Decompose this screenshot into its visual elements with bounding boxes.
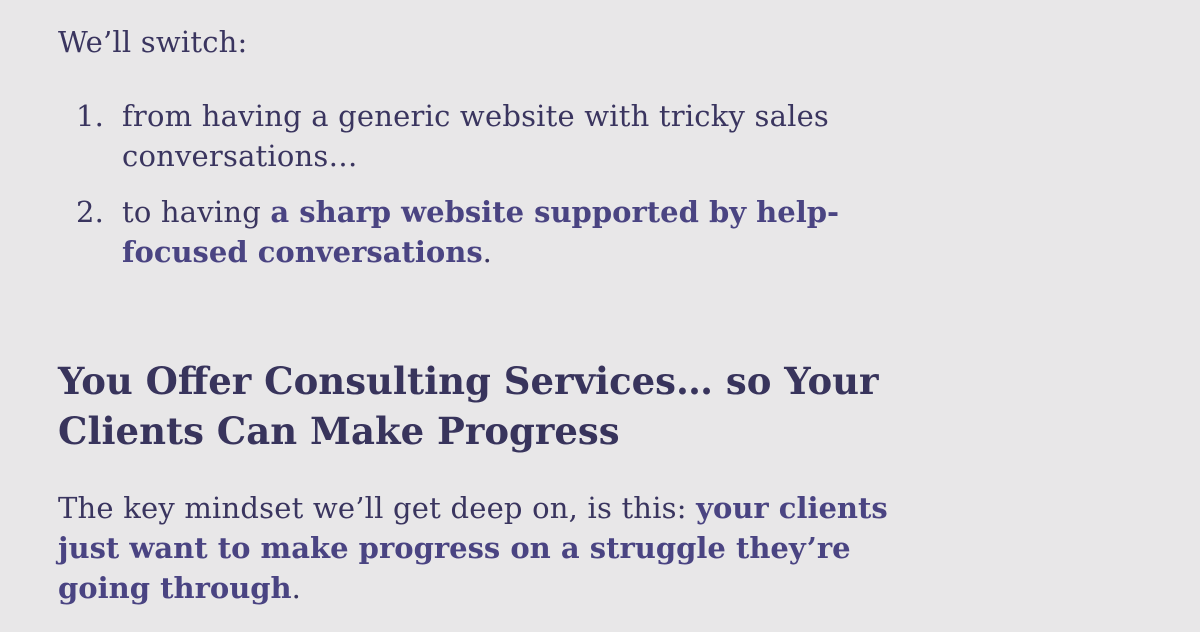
list-item-number: 2. — [76, 195, 105, 229]
list-item: 2. to having a sharp website supported b… — [58, 192, 918, 272]
list-item-text: from having a generic website with trick… — [122, 99, 830, 173]
mindset-suffix: . — [291, 571, 302, 605]
list-item-number: 1. — [76, 99, 105, 133]
mindset-prefix: The key mindset we’ll get deep on, is th… — [58, 491, 697, 525]
switch-list: 1. from having a generic website with tr… — [58, 96, 918, 272]
section-heading: You Offer Consulting Services… so Your C… — [58, 359, 879, 453]
list-item-suffix: . — [482, 235, 493, 269]
article-page: We’ll switch: 1. from having a generic w… — [0, 0, 1200, 632]
list-item: 1. from having a generic website with tr… — [58, 96, 918, 176]
mindset-paragraph: The key mindset we’ll get deep on, is th… — [58, 488, 898, 608]
list-item-prefix: to having — [122, 195, 271, 229]
intro-text: We’ll switch: — [58, 25, 248, 59]
